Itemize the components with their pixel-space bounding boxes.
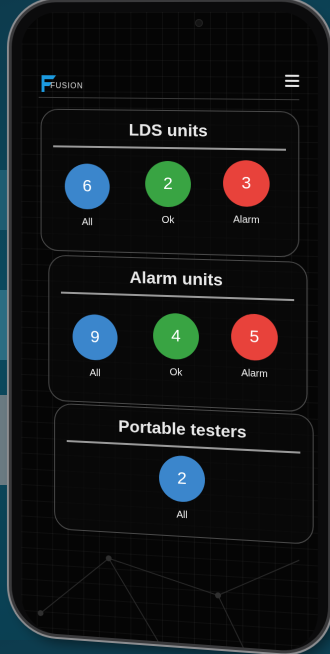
background-network-lines <box>21 523 317 653</box>
count-circle: 2 <box>145 161 191 208</box>
stat-ok[interactable]: 4 Ok <box>141 312 211 380</box>
stat-label: Alarm <box>211 214 282 227</box>
app-screen: FUSION LDS units 6 All 2 Ok 3 Alarm Alar… <box>21 12 317 653</box>
count-circle: 4 <box>153 313 199 361</box>
stat-label: All <box>147 508 217 523</box>
lds-units-card[interactable]: LDS units 6 All 2 Ok 3 Alarm <box>41 109 300 258</box>
stat-label: All <box>61 367 129 381</box>
count-circle: 2 <box>159 455 205 504</box>
portable-testers-card[interactable]: Portable testers 2 All <box>54 403 314 545</box>
stat-label: Ok <box>133 214 203 227</box>
count-circle: 9 <box>73 314 118 361</box>
stat-label: Alarm <box>219 367 290 381</box>
count-circle: 6 <box>65 163 110 209</box>
stat-label: Ok <box>141 366 211 380</box>
alarm-units-card[interactable]: Alarm units 9 All 4 Ok 5 Alarm <box>48 255 307 413</box>
stat-all[interactable]: 6 All <box>53 163 121 229</box>
stat-all[interactable]: 9 All <box>61 313 129 380</box>
card-title: Alarm units <box>49 266 306 294</box>
logo-text: FUSION <box>50 81 83 90</box>
phone-frame: FUSION LDS units 6 All 2 Ok 3 Alarm Alar… <box>12 2 328 654</box>
top-bar: FUSION <box>39 65 300 100</box>
card-divider <box>53 145 286 150</box>
front-camera <box>196 20 202 26</box>
stat-alarm[interactable]: 5 Alarm <box>219 313 290 381</box>
stat-label: All <box>53 216 121 229</box>
hamburger-menu-icon[interactable] <box>285 75 299 87</box>
stat-ok[interactable]: 2 Ok <box>133 160 203 226</box>
count-circle: 3 <box>223 160 270 207</box>
card-title: LDS units <box>42 120 299 143</box>
card-divider <box>61 292 294 301</box>
stat-alarm[interactable]: 3 Alarm <box>211 160 282 227</box>
count-circle: 5 <box>231 313 278 361</box>
stat-all[interactable]: 2 All <box>147 454 217 523</box>
